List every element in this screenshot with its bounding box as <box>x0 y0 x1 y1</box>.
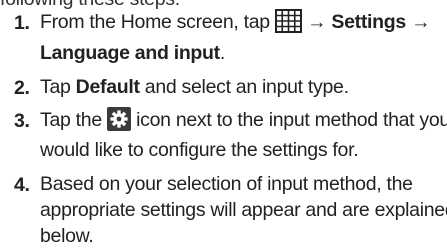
apps-grid-icon <box>274 9 302 40</box>
step-text: and select an input type. <box>144 76 349 98</box>
step-1-line-2: Language and input. <box>40 40 225 66</box>
step-4-line-3: below. <box>40 223 94 249</box>
settings-label: Settings <box>331 11 406 33</box>
step-3-line-2: would like to configure the settings for… <box>40 137 359 163</box>
step-text: icon next to the input method that you <box>136 109 447 131</box>
step-number: 2. <box>14 77 30 99</box>
arrow: → <box>307 11 327 33</box>
step-number: 3. <box>14 110 30 132</box>
step-text: Tap the <box>40 109 102 131</box>
step-number: 1. <box>14 12 30 34</box>
step-text: Based on your selection of input method,… <box>40 173 413 195</box>
step-4-line-1: Based on your selection of input method,… <box>40 171 413 197</box>
language-and-input-label: Language and input <box>40 42 220 64</box>
step-text: would like to configure the settings for… <box>40 139 359 161</box>
step-text: From the Home screen, tap <box>40 11 270 33</box>
default-label: Default <box>75 76 140 98</box>
step-4-line-2: appropriate settings will appear and are… <box>40 197 447 223</box>
step-1-line-1: From the Home screen, tap → Settings → <box>40 9 431 40</box>
step-text: appropriate settings will appear and are… <box>40 199 447 221</box>
period: . <box>219 42 225 64</box>
step-2-line-1: Tap Default and select an input type. <box>40 74 349 100</box>
step-text: Tap <box>40 76 71 98</box>
arrow: → <box>411 11 431 33</box>
step-number: 4. <box>14 174 30 196</box>
gear-icon <box>107 107 131 138</box>
step-3-line-1: Tap the icon next to the input method th… <box>40 107 447 138</box>
